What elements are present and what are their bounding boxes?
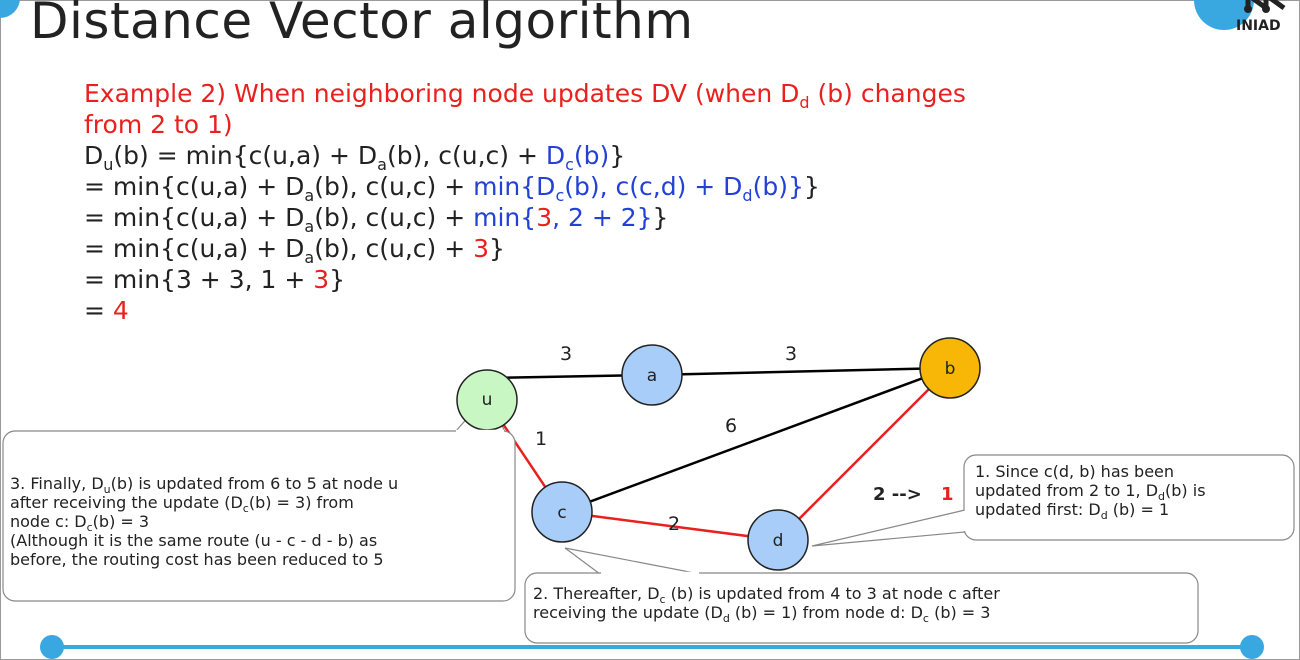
edge-label-c-b: 6 — [725, 415, 737, 437]
callout-2-line: 2. Thereafter, Dc (b) is updated from 4 … — [533, 584, 1000, 605]
callout-2-line: receiving the update (Dd (b) = 1) from n… — [533, 603, 1000, 625]
callout-text: 3. Finally, D — [10, 474, 104, 493]
callout-3-line: after receiving the update (Dc(b) = 3) f… — [10, 493, 398, 514]
callout-text: (b) = 1 — [1107, 500, 1170, 519]
update-label-from: 2 --> — [873, 484, 922, 505]
callout-text: updated first: D — [975, 500, 1101, 519]
node-a-label: a — [647, 366, 657, 386]
edge-label-c-d: 2 — [668, 513, 680, 535]
callout-text: (b) = 3 — [92, 512, 150, 531]
callout-text: (b) = 3) from — [248, 493, 354, 512]
edge-label-a-b: 3 — [785, 343, 797, 365]
callout-text: (b) is — [1165, 481, 1206, 500]
callout-text: 2. Thereafter, D — [533, 584, 660, 603]
callout-1: 1. Since c(d, b) has been updated from 2… — [975, 462, 1206, 522]
callout-text: receiving the update (D — [533, 603, 723, 622]
callout-text: (b) is updated from 6 to 5 at node u — [110, 474, 399, 493]
callout-text: node c: D — [10, 512, 87, 531]
node-c-label: c — [557, 503, 566, 523]
callout-text: (b) = 1) from node d: D — [729, 603, 923, 622]
callout-3-line: before, the routing cost has been reduce… — [10, 550, 384, 569]
edge-label-u-a: 3 — [560, 343, 572, 365]
callout-text: (b) is updated from 4 to 3 at node c aft… — [665, 584, 1000, 603]
edge-d-b — [777, 367, 951, 541]
callout-2-pointer — [564, 547, 701, 575]
callout-text: after receiving the update (D — [10, 493, 243, 512]
node-b-label: b — [945, 359, 956, 379]
callout-1-line: updated first: Dd (b) = 1 — [975, 500, 1206, 522]
callout-sub: d — [722, 612, 730, 625]
edge-label-u-c: 1 — [535, 428, 547, 450]
callout-2: 2. Thereafter, Dc (b) is updated from 4 … — [533, 584, 1000, 625]
callout-3-line: node c: Dc(b) = 3 — [10, 512, 398, 533]
callout-1-pointer — [811, 509, 966, 547]
callout-3-line: (Although it is the same route (u - c - … — [10, 531, 378, 550]
callout-1-line: updated from 2 to 1, Dd(b) is — [975, 481, 1206, 502]
callout-3: 3. Finally, Du(b) is updated from 6 to 5… — [10, 474, 398, 569]
callout-1-line: 1. Since c(d, b) has been — [975, 462, 1175, 481]
footer-dot-right — [1240, 635, 1264, 659]
update-label-to: 1 — [941, 484, 954, 505]
callout-sub: d — [1100, 509, 1108, 522]
node-d-label: d — [773, 531, 784, 551]
callout-3-line: 3. Finally, Du(b) is updated from 6 to 5… — [10, 474, 399, 495]
edge-a-b — [651, 366, 951, 377]
callout-text: updated from 2 to 1, D — [975, 481, 1159, 500]
footer-dot-left — [40, 635, 64, 659]
callout-text: (b) = 3 — [928, 603, 991, 622]
footer-line — [50, 645, 1260, 649]
node-u-label: u — [482, 390, 493, 410]
